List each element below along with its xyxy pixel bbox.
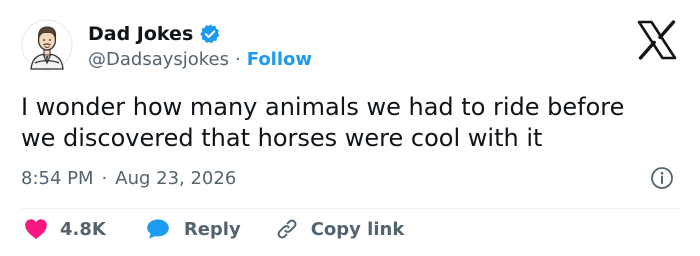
reply-button[interactable]: Reply bbox=[146, 218, 241, 240]
author-handle[interactable]: @Dadsaysjokes bbox=[88, 47, 229, 73]
like-button[interactable]: 4.8K bbox=[24, 218, 106, 240]
reply-label: Reply bbox=[183, 218, 241, 240]
tweet-timestamp: 8:54 PM · Aug 23, 2026 bbox=[21, 164, 236, 192]
handle-separator: · bbox=[235, 49, 241, 70]
author-display-name[interactable]: Dad Jokes bbox=[88, 21, 193, 47]
copy-link-button[interactable]: Copy link bbox=[275, 217, 405, 241]
x-logo-icon[interactable] bbox=[636, 20, 678, 60]
verified-badge-icon bbox=[200, 24, 220, 44]
cartoon-dad-avatar-icon[interactable] bbox=[21, 19, 73, 71]
tweet-time[interactable]: 8:54 PM bbox=[21, 168, 94, 189]
tweet-date[interactable]: Aug 23, 2026 bbox=[115, 168, 236, 189]
tweet-card: Dad Jokes @Dadsaysjokes · Follow I wonde… bbox=[0, 0, 700, 256]
like-count: 4.8K bbox=[60, 218, 106, 240]
info-icon[interactable] bbox=[650, 166, 674, 190]
timestamp-separator: · bbox=[101, 167, 108, 189]
tweet-text: I wonder how many animals we had to ride… bbox=[21, 93, 625, 152]
heart-icon bbox=[25, 219, 47, 239]
copy-link-label: Copy link bbox=[310, 218, 405, 240]
speech-bubble-icon bbox=[147, 219, 169, 239]
divider bbox=[21, 208, 680, 209]
author-handle-row: @Dadsaysjokes · Follow bbox=[88, 47, 312, 73]
author-name-row: Dad Jokes bbox=[88, 21, 221, 47]
action-bar: 4.8K Reply Copy link bbox=[24, 212, 404, 246]
follow-button[interactable]: Follow bbox=[247, 47, 312, 73]
link-icon bbox=[277, 219, 297, 239]
